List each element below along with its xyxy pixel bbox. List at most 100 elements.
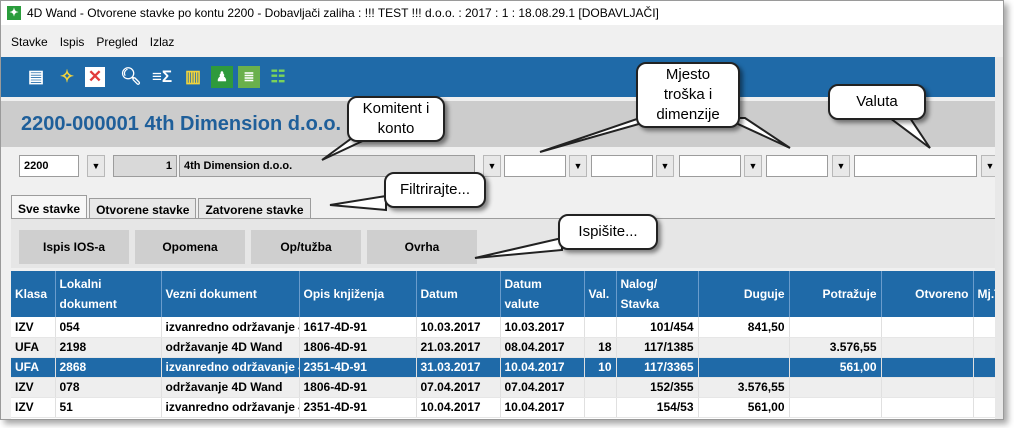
tab-zatvorene-stavke[interactable]: Zatvorene stavke (198, 198, 311, 219)
komitent-dropdown-icon[interactable]: ▼ (483, 155, 501, 177)
tab-otvorene-stavke[interactable]: Otvorene stavke (89, 198, 197, 219)
table-cell: 101/454 (616, 317, 699, 338)
menu-stavke[interactable]: Stavke (11, 35, 48, 53)
konto-field[interactable]: 2200 (19, 155, 79, 177)
table-cell: UFA (11, 357, 56, 378)
column-header[interactable]: Klasa (11, 271, 56, 317)
table-cell: 07.04.2017 (500, 377, 585, 398)
column-header[interactable]: Lokalni dokument (55, 271, 162, 317)
table-cell: 08.04.2017 (500, 337, 585, 358)
table-cell: izvanredno održavanje 4 (161, 317, 300, 338)
column-header[interactable]: Duguje (698, 271, 790, 317)
user-icon[interactable]: ♟ (211, 66, 233, 88)
tab-bar: Sve stavke Otvorene stavke Zatvorene sta… (11, 195, 313, 219)
komitent-code-field[interactable]: 1 (113, 155, 177, 177)
table-cell (698, 337, 790, 358)
table-cell (881, 397, 974, 418)
column-header[interactable]: Val. (584, 271, 617, 317)
column-header[interactable]: Potražuje (789, 271, 882, 317)
table-cell: 1806-4D-91 (299, 377, 417, 398)
callout-filtrirajte: Filtrirajte... (384, 172, 486, 208)
dimension1-dropdown-icon[interactable]: ▼ (656, 155, 674, 177)
dimension2-field[interactable] (679, 155, 741, 177)
ovrha-button[interactable]: Ovrha (367, 230, 477, 264)
table-cell: 51 (55, 397, 162, 418)
table-cell (881, 357, 974, 378)
dimension3-dropdown-icon[interactable]: ▼ (832, 155, 850, 177)
menu-izlaz[interactable]: Izlaz (150, 35, 175, 53)
table-cell: IZV (11, 317, 56, 338)
table-cell: 10.03.2017 (416, 317, 501, 338)
table-cell (584, 377, 617, 398)
table-cell: 117/1385 (616, 337, 699, 358)
table-row[interactable]: IZV 054 izvanredno održavanje 4 1617-4D-91 1… (11, 317, 1003, 338)
callout-valuta: Valuta (828, 84, 926, 120)
table-cell (698, 357, 790, 378)
table-cell: 1617-4D-91 (299, 317, 417, 338)
table-cell: 31.03.2017 (416, 357, 501, 378)
tab-sve-stavke[interactable]: Sve stavke (11, 195, 88, 219)
table-cell (881, 317, 974, 338)
column-header[interactable]: Nalog/ Stavka (616, 271, 699, 317)
mjesto-troska-field[interactable] (504, 155, 566, 177)
opomena-button[interactable]: Opomena (135, 230, 245, 264)
table-cell: održavanje 4D Wand (161, 377, 300, 398)
app-logo-icon: ✦ (7, 6, 21, 20)
table-cell (584, 397, 617, 418)
table-cell: UFA (11, 337, 56, 358)
table-row[interactable]: IZV 078 održavanje 4D Wand 1806-4D-91 07.04.… (11, 377, 1003, 398)
magic-wand-icon[interactable]: ✧ (54, 64, 80, 90)
table-cell: 2868 (55, 357, 162, 378)
book-icon[interactable]: ▥ (180, 64, 206, 90)
column-header[interactable]: Vezni dokument (161, 271, 300, 317)
delete-icon[interactable]: ✕ (85, 67, 105, 87)
menu-ispis[interactable]: Ispis (60, 35, 85, 53)
vertical-scrollbar[interactable] (995, 57, 1003, 419)
ispis-ios-button[interactable]: Ispis IOS-a (19, 230, 129, 264)
table-cell: 561,00 (698, 397, 790, 418)
table-cell: 2351-4D-91 (299, 357, 417, 378)
table-row[interactable]: UFA 2198 održavanje 4D Wand 1806-4D-91 21.03… (11, 337, 1003, 358)
callout-komitent: Komitent i konto (347, 96, 445, 142)
dimension2-dropdown-icon[interactable]: ▼ (744, 155, 762, 177)
notes-icon[interactable]: ≣ (238, 66, 260, 88)
table-cell: 561,00 (789, 357, 882, 378)
table-cell: 21.03.2017 (416, 337, 501, 358)
table-cell: 1806-4D-91 (299, 337, 417, 358)
page-title: 2200-000001 4th Dimension d.o.o. (21, 113, 342, 135)
table-cell: 117/3365 (616, 357, 699, 378)
valuta-field[interactable] (854, 155, 977, 177)
column-header[interactable]: Datum valute (500, 271, 585, 317)
window-title: 4D Wand - Otvorene stavke po kontu 2200 … (27, 6, 659, 20)
dimension3-field[interactable] (766, 155, 828, 177)
mjesto-troska-dropdown-icon[interactable]: ▼ (569, 155, 587, 177)
table-cell: izvanredno održavanje 4 (161, 357, 300, 378)
search-icon[interactable]: 🔍︎ (118, 64, 144, 90)
table-row[interactable]: UFA 2868 izvanredno održavanje 4 2351-4D-91… (11, 357, 1003, 378)
konto-dropdown-icon[interactable]: ▼ (87, 155, 105, 177)
tree-icon[interactable]: ☷ (265, 64, 291, 90)
table-cell: IZV (11, 397, 56, 418)
column-header[interactable]: Opis knjiženja (299, 271, 417, 317)
table-cell (881, 377, 974, 398)
column-header[interactable]: Datum (416, 271, 501, 317)
table-cell: 2198 (55, 337, 162, 358)
column-header[interactable]: Otvoreno (881, 271, 974, 317)
table-cell (789, 377, 882, 398)
title-bar: ✦ 4D Wand - Otvorene stavke po kontu 220… (1, 1, 1003, 25)
table-cell: 841,50 (698, 317, 790, 338)
dimension1-field[interactable] (591, 155, 653, 177)
callout-mjesto: Mjesto troška i dimenzije (636, 62, 740, 128)
document-search-icon[interactable]: ▤ (23, 64, 49, 90)
table-cell: 10.04.2017 (416, 397, 501, 418)
sum-icon[interactable]: ≡Σ (149, 64, 175, 90)
table-cell (789, 397, 882, 418)
table-cell: 07.04.2017 (416, 377, 501, 398)
table-cell: 10 (584, 357, 617, 378)
table-cell: 2351-4D-91 (299, 397, 417, 418)
table-cell: 18 (584, 337, 617, 358)
op-tuzba-button[interactable]: Op/tužba (251, 230, 361, 264)
table-row[interactable]: IZV 51 izvanredno održavanje 4 2351-4D-91 10… (11, 397, 1003, 418)
table-cell: 3.576,55 (789, 337, 882, 358)
menu-pregled[interactable]: Pregled (96, 35, 137, 53)
